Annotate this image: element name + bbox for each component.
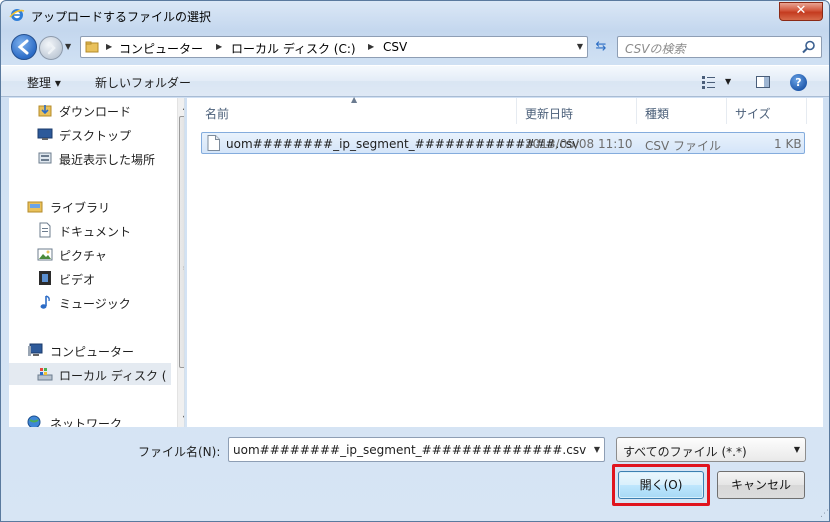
file-type-value: すべてのファイル (*.*) — [623, 445, 747, 459]
search-input[interactable]: CSVの検索 — [617, 36, 822, 58]
file-type-select[interactable]: すべてのファイル (*.*) ▼ — [616, 437, 806, 462]
sidebar-item-label: デスクトップ — [59, 129, 132, 143]
scroll-up-icon[interactable]: ▲ — [178, 98, 184, 115]
breadcrumb-computer[interactable]: コンピューター — [119, 40, 203, 57]
file-size: 1 KB — [774, 137, 802, 151]
breadcrumb-csv[interactable]: CSV — [383, 40, 407, 54]
window-title: アップロードするファイルの選択 — [31, 10, 212, 24]
csv-file-icon — [207, 135, 220, 151]
view-options-icon[interactable] — [701, 74, 717, 90]
command-bar: 整理 ▾ 新しいフォルダー ▼ ? — [1, 65, 829, 97]
navigation-scrollbar[interactable]: ▲ ≡ ▼ — [177, 98, 184, 427]
back-button[interactable] — [11, 34, 37, 60]
navigation-pane: ダウンロード デスクトップ 最近表示した場所 ライブラリ ドキュメント ピクチャ… — [9, 98, 185, 427]
desktop-icon — [37, 128, 53, 140]
sidebar-item-label: ビデオ — [59, 273, 96, 287]
search-placeholder: CSVの検索 — [625, 42, 686, 56]
breadcrumb-local-disk[interactable]: ローカル ディスク (C:) — [231, 40, 356, 57]
sidebar-item-label: ダウンロード — [59, 105, 132, 119]
breadcrumb-separator-icon[interactable]: ▶ — [216, 42, 222, 51]
column-header-size[interactable]: サイズ — [727, 98, 807, 124]
forward-arrow-icon — [47, 41, 56, 55]
libraries-icon — [27, 201, 43, 213]
folder-icon — [85, 41, 99, 53]
breadcrumb-separator-icon[interactable]: ▶ — [368, 42, 374, 51]
sidebar-item-label: ピクチャ — [59, 249, 107, 263]
title-bar: アップロードするファイルの選択 ✕ — [1, 1, 829, 31]
column-header-label: 更新日時 — [525, 107, 574, 121]
column-header-label: 種類 — [645, 107, 670, 121]
column-header-type[interactable]: 種類 — [637, 98, 727, 124]
videos-icon — [39, 271, 51, 285]
file-open-dialog: アップロードするファイルの選択 ✕ ▼ ▶ コンピューター ▶ ローカル ディス… — [0, 0, 830, 522]
sidebar-item-downloads[interactable]: ダウンロード — [9, 99, 171, 121]
column-header-name[interactable]: ▲ 名前 — [187, 95, 517, 124]
pictures-icon — [37, 248, 53, 261]
column-header-modified[interactable]: 更新日時 — [517, 98, 637, 124]
sidebar-item-libraries[interactable]: ライブラリ — [9, 195, 171, 217]
preview-pane-icon[interactable] — [755, 74, 771, 90]
file-row-selected[interactable]: uom########_ip_segment_##############.cs… — [201, 132, 805, 154]
sidebar-item-pictures[interactable]: ピクチャ — [9, 243, 171, 265]
search-icon[interactable] — [801, 39, 817, 55]
sidebar-item-videos[interactable]: ビデオ — [9, 267, 171, 289]
forward-button[interactable] — [39, 36, 63, 60]
sidebar-item-label: ネットワーク — [50, 417, 123, 427]
view-dropdown-icon[interactable]: ▼ — [725, 77, 731, 86]
new-folder-button[interactable]: 新しいフォルダー — [95, 74, 191, 91]
sidebar-item-local-disk[interactable]: ローカル ディスク ( — [9, 363, 171, 385]
recent-pages-dropdown[interactable]: ▼ — [65, 42, 71, 51]
filename-label: ファイル名(N): — [138, 445, 221, 459]
sidebar-item-music[interactable]: ミュージック — [9, 291, 171, 313]
scrollbar-thumb[interactable]: ≡ — [179, 116, 184, 368]
file-modified: 2013/05/08 11:10 — [525, 137, 633, 151]
download-folder-icon — [38, 105, 52, 117]
network-icon — [27, 415, 41, 427]
help-icon[interactable]: ? — [790, 74, 807, 91]
file-type: CSV ファイル — [645, 139, 722, 153]
recent-places-icon — [38, 152, 52, 164]
open-button[interactable]: 開く(O) — [618, 471, 704, 499]
sidebar-item-documents[interactable]: ドキュメント — [9, 219, 171, 241]
sidebar-item-network[interactable]: ネットワーク — [9, 411, 171, 427]
sidebar-item-label: ミュージック — [59, 297, 131, 311]
internet-explorer-icon — [9, 9, 25, 21]
file-list-pane: ▲ 名前 更新日時 種類 サイズ uom########_ip_segment_… — [187, 95, 823, 427]
resize-grip-icon[interactable]: ⋰ — [820, 509, 829, 519]
sidebar-item-label: 最近表示した場所 — [59, 153, 156, 167]
sidebar-item-label: コンピューター — [50, 345, 135, 359]
address-dropdown-icon[interactable]: ▼ — [577, 42, 583, 51]
refresh-button[interactable]: ⇆ — [590, 36, 612, 58]
scroll-down-icon[interactable]: ▼ — [178, 410, 184, 427]
music-icon — [40, 295, 50, 309]
file-type-dropdown-icon: ▼ — [793, 445, 800, 454]
sidebar-item-computer[interactable]: コンピューター — [9, 339, 171, 361]
breadcrumb-separator-icon[interactable]: ▶ — [106, 42, 112, 51]
sidebar-item-desktop[interactable]: デスクトップ — [9, 123, 171, 145]
column-header-label: サイズ — [735, 107, 771, 121]
sidebar-item-label: ローカル ディスク ( — [59, 369, 167, 383]
sort-ascending-icon: ▲ — [351, 95, 358, 104]
column-header-label: 名前 — [205, 107, 230, 121]
sidebar-item-recent-places[interactable]: 最近表示した場所 — [9, 147, 171, 169]
documents-icon — [39, 222, 51, 238]
sidebar-item-label: ライブラリ — [50, 201, 111, 215]
organize-button[interactable]: 整理 ▾ — [27, 74, 61, 91]
refresh-icon: ⇆ — [595, 39, 607, 54]
back-arrow-icon — [17, 39, 29, 55]
local-disk-icon — [37, 368, 53, 381]
computer-icon — [28, 343, 43, 356]
close-button[interactable]: ✕ — [779, 2, 823, 21]
sidebar-item-label: ドキュメント — [59, 225, 132, 239]
filename-value: uom########_ip_segment_##############.cs… — [233, 443, 587, 457]
address-bar[interactable]: ▶ コンピューター ▶ ローカル ディスク (C:) ▶ CSV ▼ — [80, 36, 588, 58]
filename-field[interactable]: uom########_ip_segment_##############.cs… — [228, 437, 605, 462]
scrollbar-grip-icon: ≡ — [183, 264, 184, 272]
cancel-button[interactable]: キャンセル — [717, 471, 805, 499]
filename-dropdown-icon[interactable]: ▼ — [594, 445, 600, 454]
